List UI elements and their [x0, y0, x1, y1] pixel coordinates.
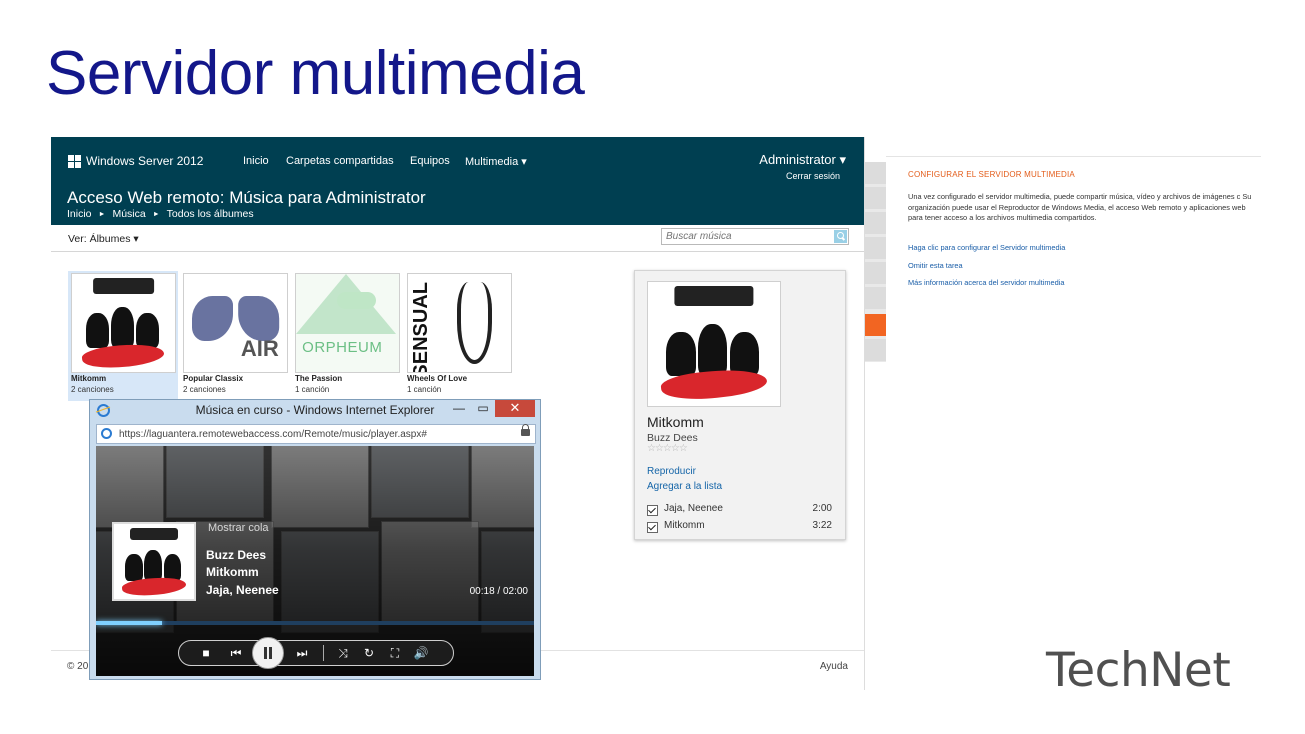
stop-button[interactable]: ■: [198, 645, 214, 661]
album-title: Mitkomm: [71, 374, 107, 383]
breadcrumb-separator: ►: [152, 211, 160, 218]
album-cover-image: SENSUAL: [407, 273, 512, 373]
task-strip-segment: [864, 237, 886, 259]
album-song-count: 2 canciones: [71, 385, 114, 394]
track-checkbox[interactable]: [647, 505, 658, 516]
next-button[interactable]: ⏭: [294, 645, 310, 661]
playback-controls: ■ ⏮ ⏭ ⤨ ↻ ⛶ 🔊: [178, 637, 454, 669]
task-strip-segment: [864, 187, 886, 209]
album-tile[interactable]: SENSUAL Wheels Of Love 1 canción: [404, 271, 514, 401]
windows-server-brand: Windows Server 2012: [68, 154, 203, 168]
config-link-configure[interactable]: Haga clic para configurar el Servidor mu…: [908, 243, 1065, 252]
album-cover-image: AIR: [183, 273, 288, 373]
rating-stars[interactable]: ☆☆☆☆☆: [647, 443, 688, 454]
track-name: Mitkomm: [664, 520, 705, 531]
play-link[interactable]: Reproducir: [647, 466, 696, 477]
track-checkbox[interactable]: [647, 522, 658, 533]
now-playing-track: Jaja, Neenee: [206, 583, 279, 597]
view-dropdown[interactable]: Ver: Álbumes ▾: [68, 233, 139, 245]
task-strip-segment: [864, 162, 886, 184]
breadcrumb: Inicio ► Música ► Todos los álbumes: [67, 208, 254, 220]
minimize-button[interactable]: —: [448, 400, 470, 417]
user-menu[interactable]: Administrator ▾: [759, 152, 846, 168]
close-button[interactable]: ✕: [495, 400, 535, 417]
task-strip-segment: [864, 262, 886, 284]
progress-fill: [96, 621, 162, 625]
config-title: CONFIGURAR EL SERVIDOR MULTIMEDIA: [908, 170, 1075, 179]
album-tile[interactable]: ORPHEUM The Passion 1 canción: [292, 271, 402, 401]
config-description: Una vez configurado el servidor multimed…: [908, 192, 1252, 222]
help-link[interactable]: Ayuda: [820, 661, 848, 672]
album-title: Popular Classix: [183, 374, 244, 383]
address-bar: [96, 424, 536, 444]
add-to-list-link[interactable]: Agregar a la lista: [647, 481, 722, 492]
album-song-count: 2 canciones: [183, 385, 226, 394]
pause-button[interactable]: [252, 637, 284, 669]
track-duration: 2:00: [812, 503, 832, 514]
shuffle-button[interactable]: ⤨: [335, 645, 351, 661]
config-link-more-info[interactable]: Más información acerca del servidor mult…: [908, 278, 1065, 287]
album-detail-title: Mitkomm: [647, 414, 704, 430]
slide-title: Servidor multimedia: [46, 39, 585, 108]
track-name: Jaja, Neenee: [664, 503, 723, 514]
brand-text: Windows Server 2012: [86, 154, 204, 168]
album-cover-image: [71, 273, 176, 373]
footer-copyright: © 20: [67, 661, 89, 672]
playback-time: 00:18 / 02:00: [469, 586, 528, 597]
album-title: Wheels Of Love: [407, 374, 468, 383]
show-queue-link[interactable]: Mostrar cola: [208, 522, 269, 534]
breadcrumb-musica[interactable]: Música: [112, 208, 145, 220]
config-divider: [886, 156, 1261, 157]
windows-logo-icon: [68, 154, 81, 168]
nav-carpetas-compartidas[interactable]: Carpetas compartidas: [286, 155, 394, 167]
progress-bar[interactable]: [96, 621, 534, 625]
now-playing-album: Mitkomm: [206, 565, 259, 579]
internet-explorer-icon: [101, 428, 112, 439]
search-icon[interactable]: [834, 230, 847, 243]
album-cover-image: ORPHEUM: [295, 273, 400, 373]
album-song-count: 1 canción: [407, 385, 442, 394]
player-stage: Mostrar cola Buzz Dees Mitkomm Jaja, Nee…: [96, 446, 534, 676]
search-box: [661, 228, 849, 245]
page-heading: Acceso Web remoto: Música para Administr…: [67, 188, 426, 207]
config-link-skip[interactable]: Omitir esta tarea: [908, 261, 963, 270]
now-playing-window: Música en curso - Windows Internet Explo…: [89, 399, 541, 680]
breadcrumb-separator: ►: [98, 211, 106, 218]
task-strip-segment-active[interactable]: [864, 314, 886, 336]
search-input[interactable]: [666, 229, 826, 244]
album-song-count: 1 canción: [295, 385, 330, 394]
track-row: Jaja, Neenee 2:00: [647, 503, 832, 517]
album-detail-cover: [647, 281, 781, 407]
config-task-strip: [864, 162, 886, 362]
fullscreen-button[interactable]: ⛶: [387, 645, 403, 661]
task-strip-segment: [864, 287, 886, 309]
lock-icon[interactable]: [521, 424, 530, 436]
previous-button[interactable]: ⏮: [228, 645, 244, 661]
url-input[interactable]: [119, 426, 509, 442]
breadcrumb-inicio[interactable]: Inicio: [67, 208, 92, 220]
task-strip-segment: [864, 212, 886, 234]
track-row: Mitkomm 3:22: [647, 520, 832, 534]
maximize-button[interactable]: ▭: [472, 400, 494, 417]
album-tile[interactable]: AIR Popular Classix 2 canciones: [180, 271, 290, 401]
toolbar-divider: [51, 251, 864, 252]
now-playing-cover: [112, 522, 196, 601]
repeat-button[interactable]: ↻: [361, 645, 377, 661]
album-detail-card: Mitkomm Buzz Dees ☆☆☆☆☆ Reproducir Agreg…: [634, 270, 846, 540]
nav-equipos[interactable]: Equipos: [410, 155, 450, 167]
album-tile[interactable]: Mitkomm 2 canciones: [68, 271, 178, 401]
task-strip-segment: [864, 339, 886, 361]
nav-multimedia[interactable]: Multimedia ▾: [465, 155, 527, 168]
controls-separator: [323, 645, 324, 661]
breadcrumb-todos-albumes[interactable]: Todos los álbumes: [167, 208, 254, 220]
nav-inicio[interactable]: Inicio: [243, 155, 269, 167]
signout-link[interactable]: Cerrar sesión: [786, 171, 840, 181]
volume-button[interactable]: 🔊: [413, 645, 429, 661]
technet-logo: TechNet: [1046, 643, 1231, 698]
app-header: Windows Server 2012 Inicio Carpetas comp…: [51, 137, 864, 225]
now-playing-artist: Buzz Dees: [206, 548, 267, 562]
album-title: The Passion: [295, 374, 343, 383]
track-duration: 3:22: [812, 520, 832, 531]
